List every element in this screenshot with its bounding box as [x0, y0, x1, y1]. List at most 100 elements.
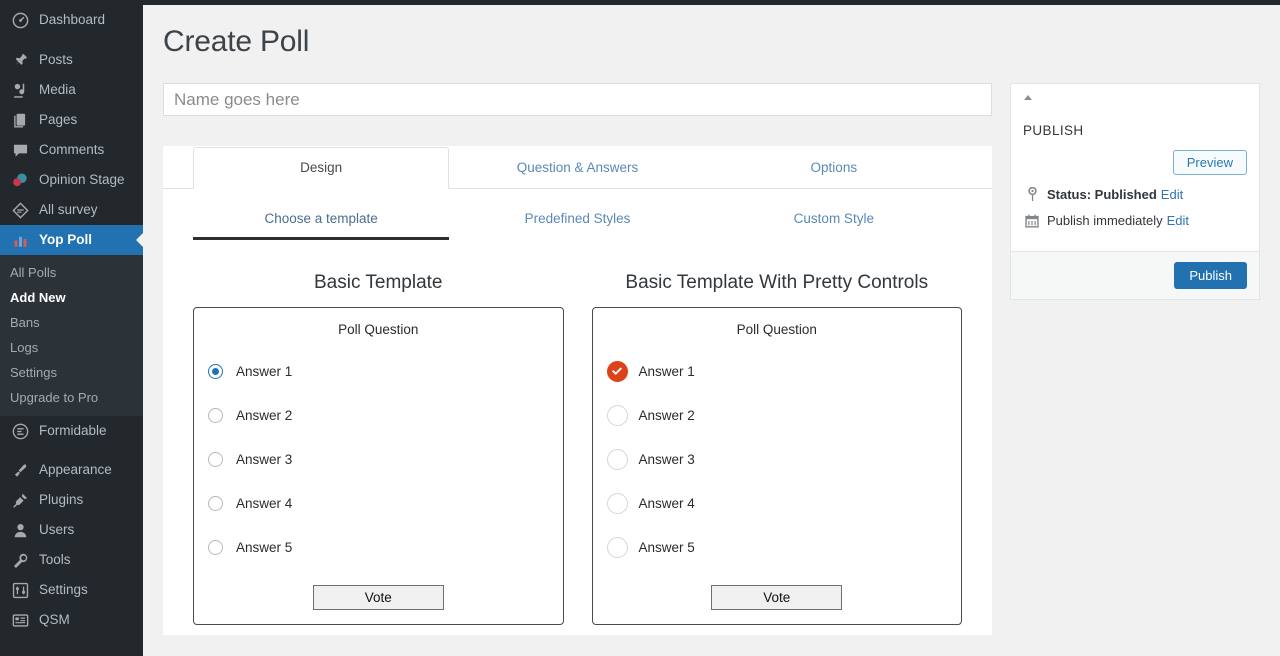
formidable-icon [10, 421, 30, 441]
sidebar-item-yop-poll[interactable]: Yop Poll [0, 225, 143, 255]
publish-button[interactable]: Publish [1174, 262, 1247, 289]
publish-status-label: Status: Published [1047, 187, 1157, 202]
collapse-toggle-icon[interactable] [1023, 93, 1037, 107]
sidebar-item-appearance[interactable]: Appearance [0, 455, 143, 485]
sidebar-item-settings-main[interactable]: Settings [0, 575, 143, 605]
template-preview: Poll QuestionAnswer 1Answer 2Answer 3Ans… [592, 307, 963, 625]
sidebar-submenu: All PollsAdd NewBansLogsSettingsUpgrade … [0, 255, 143, 416]
sidebar-item-tools[interactable]: Tools [0, 545, 143, 575]
sidebar-item-dashboard[interactable]: Dashboard [0, 5, 143, 35]
tab-design[interactable]: Design [193, 147, 449, 189]
preview-row: Preview [1023, 150, 1247, 175]
radio-circle-icon[interactable] [607, 493, 628, 514]
template-preview: Poll QuestionAnswer 1Answer 2Answer 3Ans… [193, 307, 564, 625]
tab-question-answers[interactable]: Question & Answers [449, 147, 705, 189]
radio-button[interactable] [208, 452, 223, 467]
tools-icon [10, 550, 30, 570]
subtab-custom-style[interactable]: Custom Style [706, 209, 962, 240]
secondary-tabs: Choose a templatePredefined StylesCustom… [163, 209, 992, 240]
main-area: Create Poll DesignQuestion & AnswersOpti… [143, 0, 1280, 656]
sidebar-item-opinion-stage[interactable]: Opinion Stage [0, 165, 143, 195]
admin-sidebar: Dashboard PostsMediaPagesCommentsOpinion … [0, 0, 143, 656]
yop-poll-submenu: All PollsAdd NewBansLogsSettingsUpgrade … [0, 255, 143, 416]
preview-button[interactable]: Preview [1173, 150, 1247, 175]
radio-button[interactable] [208, 540, 223, 555]
template-title: Basic Template [193, 272, 564, 294]
vote-button-row: Vote [194, 585, 563, 610]
answer-label: Answer 2 [639, 408, 695, 423]
sidebar-item-posts[interactable]: Posts [0, 45, 143, 75]
answer-option[interactable]: Answer 4 [607, 481, 962, 525]
submenu-item-add-new[interactable]: Add New [0, 285, 143, 310]
checkmark-icon[interactable] [607, 361, 628, 382]
answer-option[interactable]: Answer 5 [607, 525, 962, 569]
sidebar-item-label: Comments [39, 135, 104, 165]
submenu-item-upgrade-to-pro[interactable]: Upgrade to Pro [0, 385, 143, 410]
answer-label: Answer 5 [236, 540, 292, 555]
opinion-stage-icon [10, 170, 30, 190]
template-card-basic-template-pretty-controls[interactable]: Basic Template With Pretty ControlsPoll … [592, 272, 963, 625]
poll-question-label: Poll Question [194, 322, 563, 337]
answer-option[interactable]: Answer 2 [607, 393, 962, 437]
vote-button[interactable]: Vote [711, 585, 842, 610]
sidebar-item-label: Posts [39, 45, 73, 75]
submenu-item-settings[interactable]: Settings [0, 360, 143, 385]
answer-option[interactable]: Answer 1 [607, 349, 962, 393]
radio-circle-icon[interactable] [607, 537, 628, 558]
radio-button[interactable] [208, 496, 223, 511]
answer-option[interactable]: Answer 4 [208, 481, 563, 525]
publish-box: PUBLISH Preview [1010, 83, 1260, 300]
answer-option[interactable]: Answer 1 [208, 349, 563, 393]
submenu-item-all-polls[interactable]: All Polls [0, 260, 143, 285]
radio-circle-icon[interactable] [607, 405, 628, 426]
publish-heading: PUBLISH [1023, 123, 1247, 138]
sidebar-item-all-survey[interactable]: All survey [0, 195, 143, 225]
subtab-choose-a-template[interactable]: Choose a template [193, 209, 449, 240]
sidebar-item-media[interactable]: Media [0, 75, 143, 105]
comment-icon [10, 140, 30, 160]
dashboard-icon [10, 10, 30, 30]
publish-footer: Publish [1011, 251, 1259, 299]
submenu-item-bans[interactable]: Bans [0, 310, 143, 335]
radio-button[interactable] [208, 408, 223, 423]
vote-button[interactable]: Vote [313, 585, 444, 610]
sidebar-item-label: Formidable [39, 416, 107, 446]
radio-circle-icon[interactable] [607, 449, 628, 470]
answer-option[interactable]: Answer 5 [208, 525, 563, 569]
answer-option[interactable]: Answer 3 [208, 437, 563, 481]
appearance-icon [10, 460, 30, 480]
publish-schedule-edit-link[interactable]: Edit [1167, 213, 1189, 228]
pin-icon [10, 50, 30, 70]
sidebar-item-label: QSM [39, 605, 70, 635]
subtab-predefined-styles[interactable]: Predefined Styles [449, 209, 705, 240]
sidebar-item-qsm[interactable]: QSM [0, 605, 143, 635]
sidebar-item-label: Pages [39, 105, 77, 135]
sidebar-divider [0, 446, 143, 455]
sidebar-item-plugins[interactable]: Plugins [0, 485, 143, 515]
answer-option[interactable]: Answer 3 [607, 437, 962, 481]
template-card-basic-template[interactable]: Basic TemplatePoll QuestionAnswer 1Answe… [193, 272, 564, 625]
answer-label: Answer 5 [639, 540, 695, 555]
poll-name-input[interactable] [163, 83, 992, 116]
design-panel: DesignQuestion & AnswersOptions Choose a… [163, 146, 992, 635]
sidebar-item-pages[interactable]: Pages [0, 105, 143, 135]
sidebar-item-label: Opinion Stage [39, 165, 125, 195]
users-icon [10, 520, 30, 540]
sidebar-item-label: Yop Poll [39, 225, 92, 255]
sidebar-item-formidable[interactable]: Formidable [0, 416, 143, 446]
submenu-item-logs[interactable]: Logs [0, 335, 143, 360]
calendar-icon [1023, 214, 1041, 228]
sidebar-item-users[interactable]: Users [0, 515, 143, 545]
radio-button[interactable] [208, 364, 223, 379]
answer-option[interactable]: Answer 2 [208, 393, 563, 437]
publish-status-edit-link[interactable]: Edit [1161, 187, 1183, 202]
sidebar-menu-top: Dashboard PostsMediaPagesCommentsOpinion … [0, 5, 143, 255]
content-column: DesignQuestion & AnswersOptions Choose a… [163, 83, 992, 635]
plugins-icon [10, 490, 30, 510]
sidebar-item-comments[interactable]: Comments [0, 135, 143, 165]
publish-schedule-label: Publish immediately [1047, 213, 1163, 228]
answer-label: Answer 4 [639, 496, 695, 511]
pages-icon [10, 110, 30, 130]
sidebar-item-label: Appearance [39, 455, 112, 485]
tab-options[interactable]: Options [706, 147, 962, 189]
